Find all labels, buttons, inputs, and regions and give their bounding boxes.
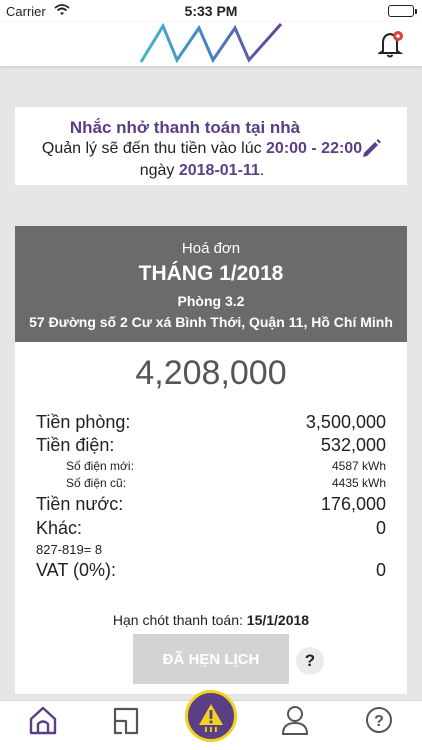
- home-icon[interactable]: [28, 705, 58, 740]
- invoice-header: Hoá đơn THÁNG 1/2018 Phòng 3.2 57 Đường …: [15, 226, 407, 342]
- deadline-label: Hạn chót thanh toán:: [112, 612, 247, 628]
- reminder-text-3: .: [259, 162, 265, 179]
- water-value: 176,000: [320, 494, 386, 514]
- profile-icon[interactable]: [281, 705, 309, 740]
- reminder-text-1: Quản lý sẽ đến thu tiền vào lúc: [41, 140, 267, 157]
- payment-reminder-card: Nhắc nhở thanh toán tại nhà Quản lý sẽ đ…: [15, 107, 407, 185]
- status-bar: Carrier 5:33 PM: [0, 0, 422, 22]
- meter-new-value: 4587 kWh: [331, 459, 386, 473]
- svg-text:?: ?: [374, 713, 384, 730]
- other-value: 0: [375, 518, 386, 538]
- electricity-value: 532,000: [320, 435, 386, 455]
- invoice-room: Phòng 3.2: [177, 293, 245, 309]
- invoice-total: 4,208,000: [135, 354, 287, 392]
- vat-value: 0: [375, 560, 386, 580]
- status-time: 5:33 PM: [184, 3, 238, 19]
- electricity-label: Tiền điện:: [36, 435, 115, 455]
- invoice-address: 57 Đường số 2 Cư xá Bình Thới, Quận 11, …: [29, 314, 393, 330]
- rent-label: Tiền phòng:: [36, 412, 131, 432]
- scheduled-button[interactable]: ĐÃ HẸN LỊCH: [133, 634, 289, 684]
- payment-deadline: Hạn chót thanh toán: 15/1/2018: [15, 612, 407, 628]
- bell-icon[interactable]: [376, 30, 404, 63]
- nav-bar: [0, 22, 422, 66]
- battery-icon: [388, 5, 417, 17]
- reminder-time-range: 20:00 - 22:00: [266, 140, 363, 157]
- vat-label: VAT (0%):: [36, 560, 117, 580]
- room-icon[interactable]: [112, 705, 140, 740]
- help-icon[interactable]: ?: [365, 705, 393, 740]
- edit-icon[interactable]: [361, 137, 383, 164]
- reminder-date: 2018-01-11: [178, 162, 260, 179]
- reminder-title: Nhắc nhở thanh toán tại nhà: [69, 118, 301, 137]
- deadline-date: 15/1/2018: [246, 612, 310, 628]
- other-note: 827-819= 8: [36, 542, 103, 557]
- other-label: Khác:: [36, 518, 83, 538]
- invoice-month: THÁNG 1/2018: [138, 262, 284, 285]
- meter-old-label: Số điện cũ:: [66, 476, 127, 490]
- alert-icon[interactable]: [185, 690, 237, 742]
- reminder-text: Quản lý sẽ đến thu tiền vào lúc 20:00 - …: [37, 138, 367, 182]
- help-button[interactable]: ?: [296, 647, 324, 675]
- rent-value: 3,500,000: [305, 412, 386, 432]
- invoice-label: Hoá đơn: [181, 240, 241, 257]
- water-label: Tiền nước:: [36, 494, 124, 514]
- reminder-text-2: ngày: [139, 162, 179, 179]
- logo: [137, 22, 285, 69]
- meter-old-value: 4435 kWh: [331, 476, 386, 490]
- meter-new-label: Số điện mới:: [66, 459, 134, 473]
- invoice-card: Hoá đơn THÁNG 1/2018 Phòng 3.2 57 Đường …: [15, 226, 407, 694]
